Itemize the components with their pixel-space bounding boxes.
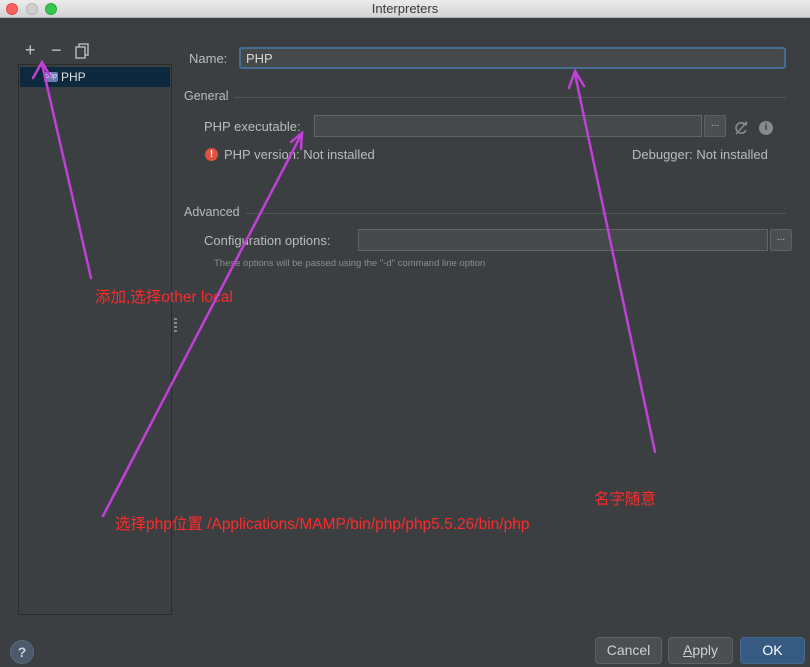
splitter-handle[interactable]: [174, 318, 177, 332]
configuration-options-field[interactable]: [358, 229, 768, 251]
browse-php-executable-button[interactable]: ...: [704, 115, 726, 137]
annotation-name-note: 名字随意: [594, 491, 657, 508]
general-section-title: General: [184, 89, 229, 103]
php-executable-label: PHP executable:: [204, 119, 301, 134]
apply-mnemonic: A: [682, 642, 693, 658]
debugger-status: Debugger: Not installed: [632, 147, 768, 162]
advanced-section-title: Advanced: [184, 205, 240, 219]
apply-label-rest: pply: [692, 642, 719, 658]
arrow-head-name: [567, 68, 586, 90]
general-separator: [234, 97, 786, 98]
ok-button[interactable]: OK: [740, 637, 805, 664]
cancel-button[interactable]: Cancel: [595, 637, 662, 664]
remove-interpreter-button[interactable]: −: [51, 40, 62, 60]
configuration-options-label: Configuration options:: [204, 233, 331, 248]
annotation-path-note: 选择php位置 /Applications/MAMP/bin/php/php5.…: [115, 516, 530, 533]
copy-icon[interactable]: [74, 43, 90, 59]
advanced-separator: [246, 213, 786, 214]
expand-configuration-options-button[interactable]: ...: [770, 229, 792, 251]
php-icon: php: [44, 72, 58, 82]
configuration-options-hint: These options will be passed using the "…: [214, 258, 486, 269]
error-icon: !: [205, 148, 218, 161]
apply-button[interactable]: Apply: [668, 637, 733, 664]
php-version-status: PHP version: Not installed: [224, 147, 375, 162]
name-label: Name:: [189, 51, 228, 66]
annotation-add-note: 添加,选择other local: [95, 289, 233, 306]
reload-icon[interactable]: [733, 120, 749, 136]
title-bar: Interpreters: [0, 0, 810, 18]
add-interpreter-button[interactable]: +: [25, 40, 36, 60]
window-title: Interpreters: [371, 1, 439, 16]
list-item-label: PHP: [61, 70, 86, 84]
list-item[interactable]: php PHP: [20, 67, 170, 87]
help-button[interactable]: ?: [10, 640, 34, 664]
php-executable-field[interactable]: [314, 115, 702, 137]
info-icon[interactable]: i: [759, 121, 773, 135]
name-input[interactable]: [239, 47, 786, 69]
